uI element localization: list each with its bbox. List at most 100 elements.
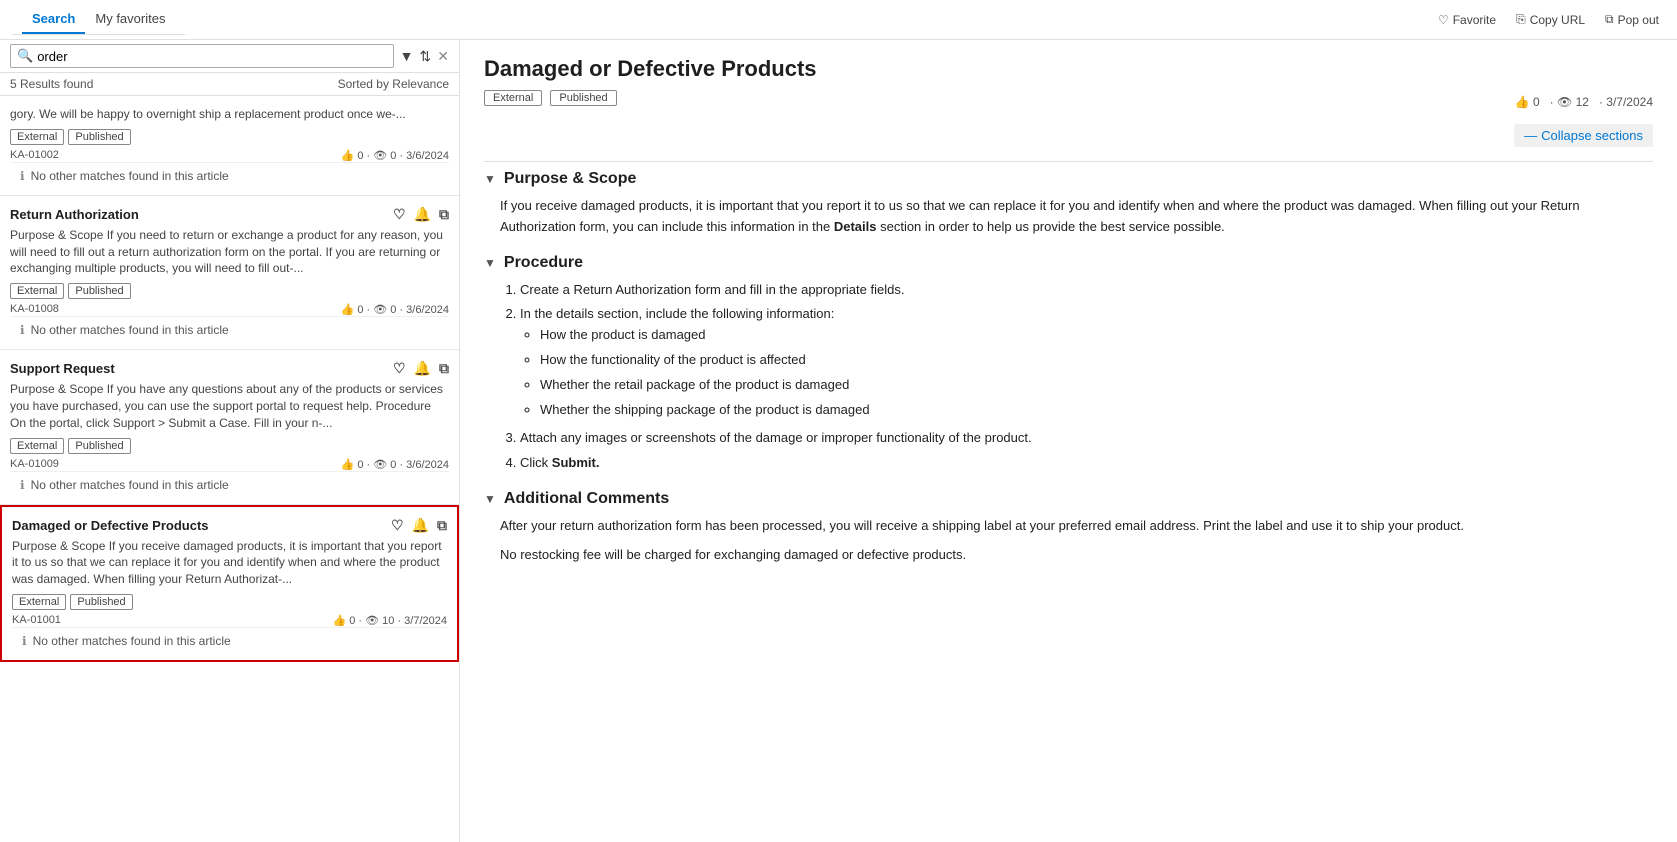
result-footer: KA-01008 👍 0 · 👁 0 · 3/6/2024: [10, 303, 449, 316]
collapse-icon: —: [1524, 128, 1537, 143]
popout-label: Pop out: [1618, 13, 1659, 27]
item-action-icons: ♡ 🔔 ⧉: [393, 360, 449, 377]
section-content-comments: After your return authorization form has…: [484, 516, 1653, 566]
bold-submit: Submit.: [552, 455, 600, 470]
info-icon: ℹ: [20, 478, 25, 492]
tab-search[interactable]: Search: [22, 5, 85, 34]
search-input[interactable]: [37, 49, 386, 64]
sorted-by: Sorted by Relevance: [338, 77, 449, 91]
section-content-procedure: Create a Return Authorization form and f…: [484, 280, 1653, 474]
no-match-notice: ℹ No other matches found in this article: [10, 471, 449, 498]
top-bar: Search My favorites ♡ Favorite ⎘ Copy UR…: [0, 0, 1677, 40]
filter-icon[interactable]: ▼: [400, 48, 414, 64]
bell-icon[interactable]: 🔔: [414, 206, 431, 223]
heart-icon: ♡: [1438, 13, 1449, 27]
article-badges: External Published: [484, 90, 617, 106]
result-excerpt: gory. We will be happy to overnight ship…: [10, 106, 449, 123]
search-icon: 🔍: [17, 48, 33, 64]
list-item: How the product is damaged: [540, 325, 1653, 346]
section-procedure: ▼ Procedure Create a Return Authorizatio…: [484, 254, 1653, 474]
no-match-notice: ℹ No other matches found in this article: [10, 162, 449, 189]
chevron-down-icon: ▼: [484, 492, 496, 506]
list-item: Create a Return Authorization form and f…: [520, 280, 1653, 301]
result-ka: KA-01008: [10, 303, 59, 316]
item-action-icons: ♡ 🔔 ⧉: [393, 206, 449, 223]
tag-external: External: [10, 438, 64, 454]
list-item: Attach any images or screenshots of the …: [520, 428, 1653, 449]
result-stats: 👍 0 · 👁 0 · 3/6/2024: [341, 149, 449, 162]
result-item[interactable]: gory. We will be happy to overnight ship…: [0, 96, 459, 196]
divider: [484, 161, 1653, 162]
copy-url-button[interactable]: ⎘ Copy URL: [1510, 8, 1591, 31]
tag-published: Published: [68, 438, 130, 454]
result-excerpt: Purpose & Scope If you receive damaged p…: [12, 538, 447, 588]
search-input-wrap: 🔍: [10, 44, 394, 68]
result-tags: External Published: [10, 129, 449, 145]
heart-icon[interactable]: ♡: [393, 206, 406, 223]
heart-icon[interactable]: ♡: [393, 360, 406, 377]
search-tabs: Search My favorites: [12, 5, 185, 35]
heart-icon[interactable]: ♡: [391, 517, 404, 534]
result-ka: KA-01009: [10, 458, 59, 471]
copy-icon: ⎘: [1516, 12, 1526, 27]
results-count: 5 Results found: [10, 77, 93, 91]
result-title: Return Authorization ♡ 🔔 ⧉: [10, 206, 449, 223]
top-bar-actions: ♡ Favorite ⎘ Copy URL ⧉ Pop out: [1432, 8, 1665, 31]
result-stats: 👍 0 · 👁 0 · 3/6/2024: [341, 303, 449, 316]
list-item: Whether the shipping package of the prod…: [540, 400, 1653, 421]
section-content-purpose: If you receive damaged products, it is i…: [484, 196, 1653, 238]
left-panel: 🔍 ▼ ⇅ ✕ 5 Results found Sorted by Releva…: [0, 40, 460, 842]
result-footer: KA-01009 👍 0 · 👁 0 · 3/6/2024: [10, 458, 449, 471]
result-tags: External Published: [12, 594, 447, 610]
close-icon[interactable]: ✕: [437, 48, 449, 65]
info-icon: ℹ: [20, 323, 25, 337]
favorite-button[interactable]: ♡ Favorite: [1432, 9, 1502, 31]
section-header-comments[interactable]: ▼ Additional Comments: [484, 490, 1653, 508]
badge-published: Published: [550, 90, 616, 106]
result-title: Support Request ♡ 🔔 ⧉: [10, 360, 449, 377]
no-match-notice: ℹ No other matches found in this article: [10, 316, 449, 343]
collapse-sections-button[interactable]: — Collapse sections: [1514, 124, 1653, 147]
section-title-comments: Additional Comments: [504, 490, 669, 508]
result-item-selected[interactable]: Damaged or Defective Products ♡ 🔔 ⧉ Purp…: [0, 505, 459, 662]
result-tags: External Published: [10, 283, 449, 299]
info-icon: ℹ: [20, 169, 25, 183]
tab-favorites[interactable]: My favorites: [85, 5, 175, 34]
copy-label: Copy URL: [1530, 13, 1585, 27]
sub-list: How the product is damaged How the funct…: [520, 325, 1653, 420]
list-item: Click Submit.: [520, 453, 1653, 474]
sort-icon[interactable]: ⇅: [420, 48, 432, 65]
chevron-down-icon: ▼: [484, 256, 496, 270]
procedure-list: Create a Return Authorization form and f…: [500, 280, 1653, 474]
item-action-icons: ♡ 🔔 ⧉: [391, 517, 447, 534]
right-panel: Damaged or Defective Products External P…: [460, 40, 1677, 842]
favorite-label: Favorite: [1453, 13, 1496, 27]
search-meta: 5 Results found Sorted by Relevance: [0, 73, 459, 96]
share-icon[interactable]: ⧉: [439, 206, 449, 223]
result-item[interactable]: Support Request ♡ 🔔 ⧉ Purpose & Scope If…: [0, 350, 459, 504]
collapse-sections-label: Collapse sections: [1541, 128, 1643, 143]
share-icon[interactable]: ⧉: [439, 360, 449, 377]
tag-published: Published: [70, 594, 132, 610]
info-icon: ℹ: [22, 634, 27, 648]
badge-external: External: [484, 90, 542, 106]
bell-icon[interactable]: 🔔: [414, 360, 431, 377]
result-item[interactable]: Return Authorization ♡ 🔔 ⧉ Purpose & Sco…: [0, 196, 459, 350]
comments-para-1: After your return authorization form has…: [500, 516, 1653, 537]
tag-published: Published: [68, 129, 130, 145]
popout-icon: ⧉: [1605, 12, 1614, 27]
bell-icon[interactable]: 🔔: [412, 517, 429, 534]
section-header-purpose[interactable]: ▼ Purpose & Scope: [484, 170, 1653, 188]
comments-para-2: No restocking fee will be charged for ex…: [500, 545, 1653, 566]
chevron-down-icon: ▼: [484, 172, 496, 186]
result-ka: KA-01002: [10, 149, 59, 162]
result-footer: KA-01001 👍 0 · 👁 10 · 3/7/2024: [12, 614, 447, 627]
result-excerpt: Purpose & Scope If you have any question…: [10, 381, 449, 431]
share-icon[interactable]: ⧉: [437, 517, 447, 534]
popout-button[interactable]: ⧉ Pop out: [1599, 8, 1665, 31]
bold-details: Details: [834, 219, 877, 234]
main-layout: 🔍 ▼ ⇅ ✕ 5 Results found Sorted by Releva…: [0, 40, 1677, 842]
tag-external: External: [12, 594, 66, 610]
result-tags: External Published: [10, 438, 449, 454]
section-header-procedure[interactable]: ▼ Procedure: [484, 254, 1653, 272]
